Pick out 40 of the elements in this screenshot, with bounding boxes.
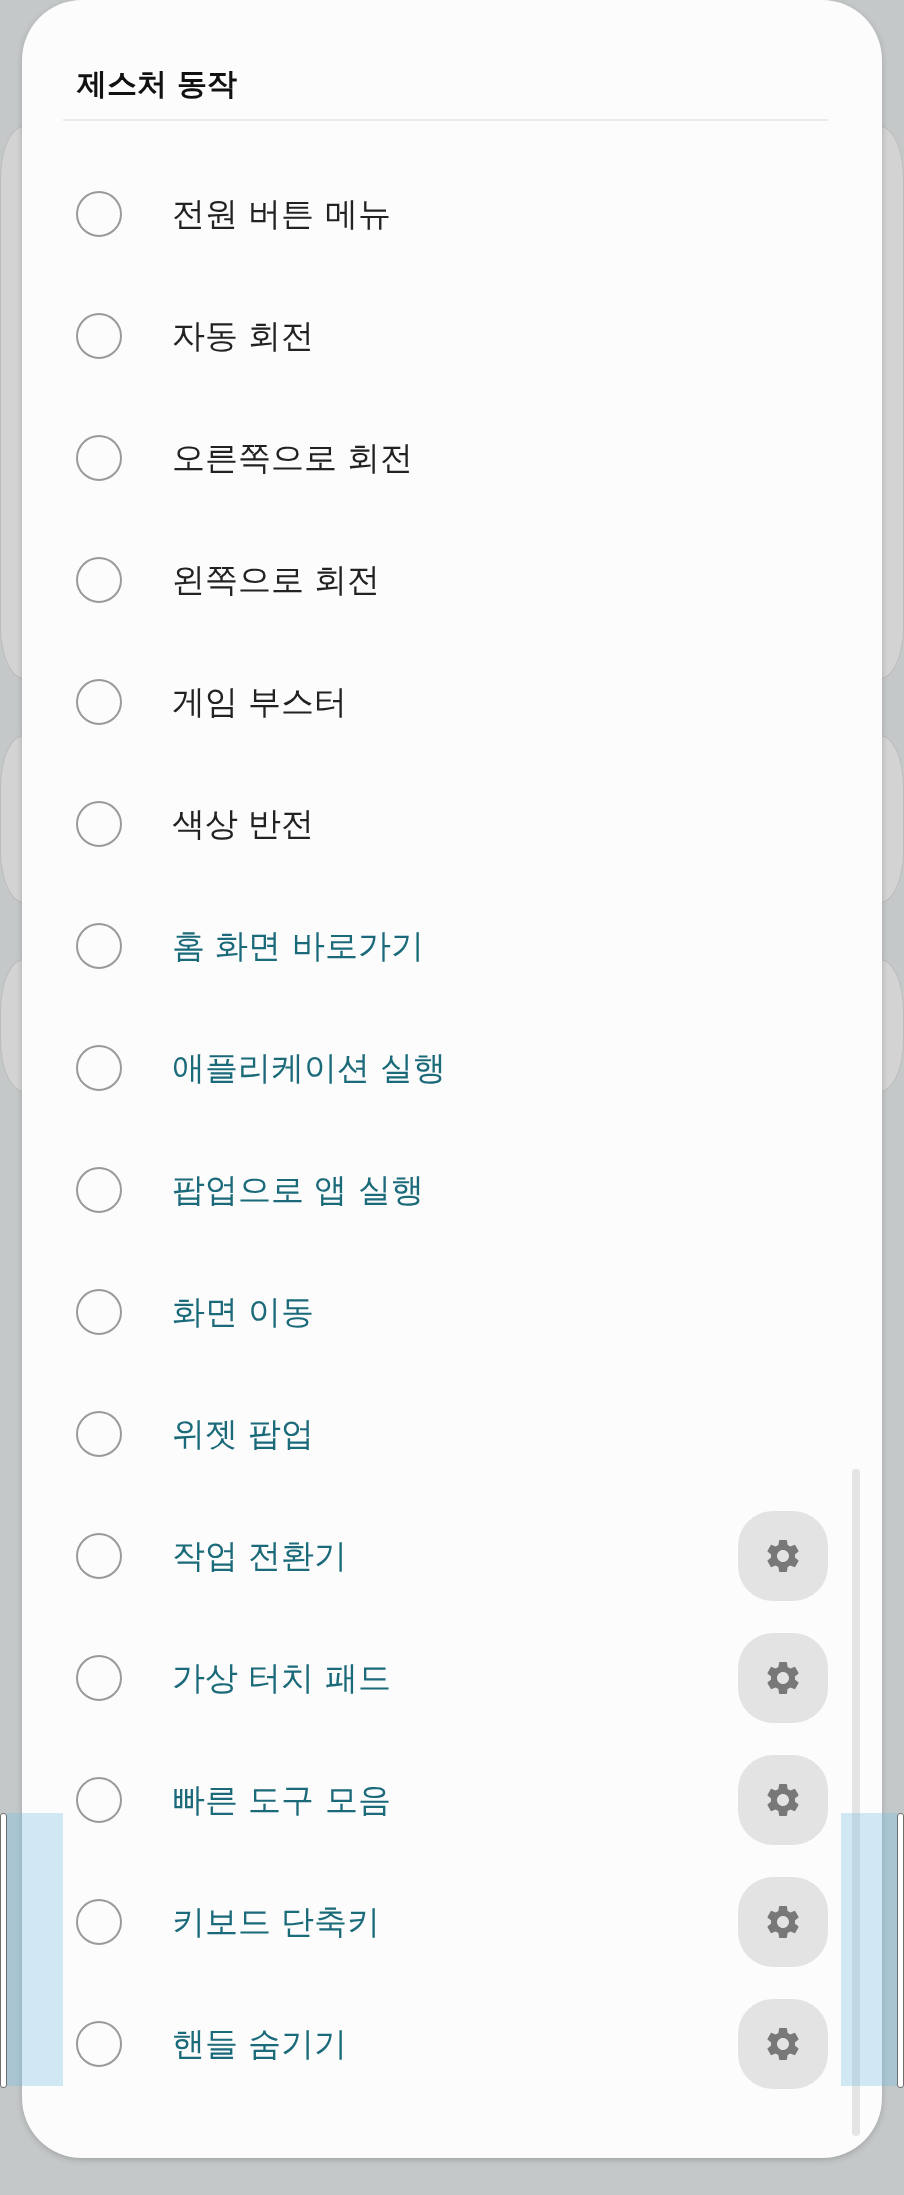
radio-button[interactable] — [76, 1289, 122, 1335]
option-label: 애플리케이션 실행 — [172, 1047, 447, 1089]
settings-button[interactable] — [738, 1877, 828, 1967]
option-label: 가상 터치 패드 — [172, 1657, 391, 1699]
option-label: 전원 버튼 메뉴 — [172, 193, 391, 235]
option-label: 위젯 팝업 — [172, 1413, 315, 1455]
option-label: 게임 부스터 — [172, 681, 348, 723]
option-label: 홈 화면 바로가기 — [172, 925, 424, 967]
settings-button[interactable] — [738, 1755, 828, 1845]
radio-button[interactable] — [76, 1777, 122, 1823]
option-label: 빠른 도구 모음 — [172, 1779, 391, 1821]
radio-button[interactable] — [76, 1167, 122, 1213]
radio-button[interactable] — [76, 191, 122, 237]
radio-button[interactable] — [76, 557, 122, 603]
settings-button[interactable] — [738, 1511, 828, 1601]
radio-button[interactable] — [76, 1533, 122, 1579]
radio-button[interactable] — [76, 801, 122, 847]
radio-button[interactable] — [76, 313, 122, 359]
option-label: 작업 전환기 — [172, 1535, 348, 1577]
dialog-title: 제스처 동작 — [77, 65, 238, 103]
option-label: 화면 이동 — [172, 1291, 315, 1333]
option-label: 오른쪽으로 회전 — [172, 437, 414, 479]
radio-button[interactable] — [76, 2021, 122, 2067]
radio-button[interactable] — [76, 435, 122, 481]
radio-button[interactable] — [76, 1411, 122, 1457]
radio-button[interactable] — [76, 1899, 122, 1945]
settings-button[interactable] — [738, 1999, 828, 2089]
edge-handle[interactable] — [0, 1813, 7, 2088]
radio-button[interactable] — [76, 679, 122, 725]
option-label: 핸들 숨기기 — [172, 2023, 348, 2065]
option-label: 자동 회전 — [172, 315, 315, 357]
edge-handle[interactable] — [897, 1813, 904, 2088]
option-label: 왼쪽으로 회전 — [172, 559, 381, 601]
radio-button[interactable] — [76, 1045, 122, 1091]
radio-button[interactable] — [76, 1655, 122, 1701]
option-label: 팝업으로 앱 실행 — [172, 1169, 424, 1211]
option-label: 색상 반전 — [172, 803, 315, 845]
radio-button[interactable] — [76, 923, 122, 969]
option-label: 키보드 단축키 — [172, 1901, 381, 1943]
settings-button[interactable] — [738, 1633, 828, 1723]
